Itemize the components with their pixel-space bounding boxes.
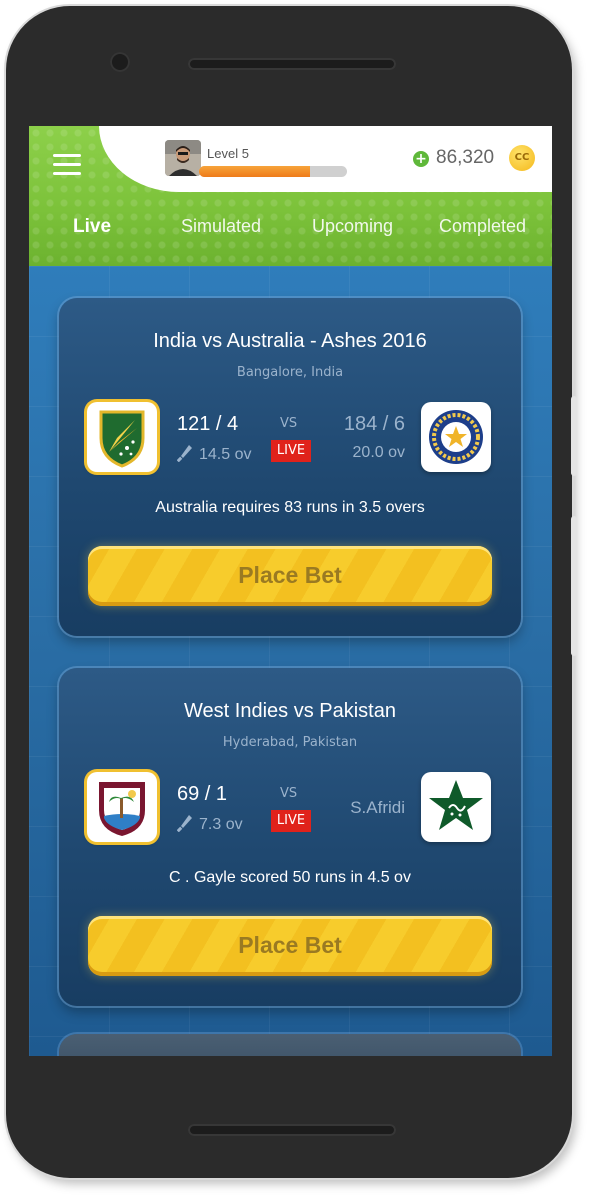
match-card-partial[interactable] (59, 1034, 521, 1056)
phone-power-button (571, 396, 577, 476)
earpiece-speaker (188, 58, 396, 70)
india-bcci-crest-icon (421, 402, 491, 472)
phone-volume-button (571, 516, 577, 656)
front-camera-icon (110, 52, 130, 72)
current-player: S.Afridi (350, 798, 405, 817)
match-card: West Indies vs Pakistan Hyderabad, Pakis… (59, 668, 521, 1006)
place-bet-label: Place Bet (238, 562, 342, 588)
right-team-overs: 20.0 ov (352, 444, 405, 461)
left-team-score: 121 / 4 (177, 413, 239, 435)
versus-label: VS (280, 416, 298, 431)
tab-live[interactable]: Live (73, 216, 111, 238)
add-coins-icon[interactable]: + (413, 151, 429, 167)
pakistan-star-crest-icon (421, 772, 491, 842)
place-bet-button[interactable]: Place Bet (88, 916, 492, 976)
match-status: C . Gayle scored 50 runs in 4.5 ov (169, 869, 411, 886)
cricket-bat-icon (177, 815, 192, 832)
west-indies-crest-icon (87, 772, 157, 842)
left-team-overs: 7.3 ov (177, 814, 243, 834)
place-bet-label: Place Bet (238, 932, 342, 958)
live-badge: LIVE (271, 440, 311, 462)
level-label: Level 5 (207, 146, 249, 161)
match-tabs: Live Simulated Upcoming Completed (29, 216, 552, 256)
tab-upcoming[interactable]: Upcoming (312, 216, 393, 237)
xp-progress-fill (199, 166, 310, 177)
app-screen: Level 5 + 86,320 CC Live Simulated Upcom… (29, 126, 552, 1056)
left-team-overs: 14.5 ov (177, 444, 251, 464)
place-bet-button[interactable]: Place Bet (88, 546, 492, 606)
avatar[interactable] (165, 140, 201, 176)
bottom-speaker (188, 1124, 396, 1136)
match-status: Australia requires 83 runs in 3.5 overs (155, 499, 425, 516)
match-venue: Hyderabad, Pakistan (222, 735, 358, 750)
match-title: West Indies vs Pakistan (184, 700, 396, 722)
xp-progress-bar (199, 166, 347, 177)
australia-crest-icon (87, 402, 157, 472)
match-card: India vs Australia - Ashes 2016 Bangalor… (59, 298, 521, 636)
left-team-score: 69 / 1 (177, 783, 228, 805)
tab-simulated[interactable]: Simulated (181, 216, 261, 237)
live-badge: LIVE (271, 810, 311, 832)
right-team-score: 184 / 6 (343, 413, 405, 435)
cricket-bat-icon (177, 445, 192, 462)
app-header: Level 5 + 86,320 CC Live Simulated Upcom… (29, 126, 552, 266)
left-overs-value: 7.3 ov (199, 816, 243, 833)
menu-icon[interactable] (53, 154, 81, 176)
versus-label: VS (280, 786, 298, 801)
coin-balance: 86,320 (436, 147, 495, 168)
coin-icon: CC (509, 145, 535, 171)
tab-completed[interactable]: Completed (439, 216, 526, 237)
left-overs-value: 14.5 ov (199, 446, 252, 463)
match-title: India vs Australia - Ashes 2016 (153, 330, 427, 352)
match-venue: Bangalore, India (236, 365, 344, 380)
